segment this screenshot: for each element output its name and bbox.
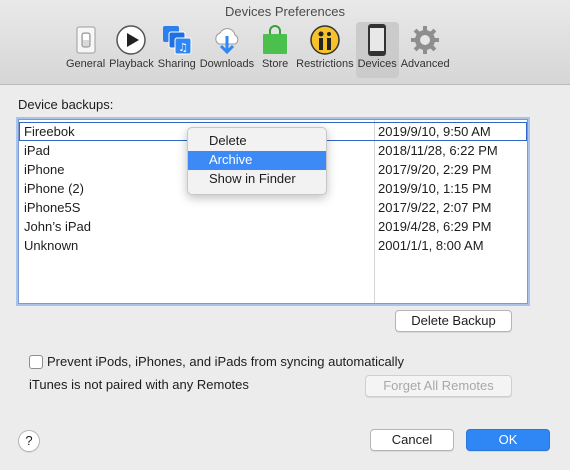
help-button[interactable]: ? — [18, 430, 40, 452]
tab-label: Store — [261, 58, 289, 70]
tab-label: Devices — [357, 58, 397, 70]
menu-item-delete[interactable]: Delete — [188, 132, 326, 151]
backup-name: Fireebok — [24, 124, 75, 139]
tab-restrictions[interactable]: Restrictions — [294, 22, 355, 78]
tab-label: Downloads — [199, 58, 255, 70]
backup-date: 2001/1/1, 8:00 AM — [378, 238, 484, 253]
tab-sharing[interactable]: ♫ Sharing — [156, 22, 198, 78]
menu-item-label: Archive — [209, 152, 253, 167]
tab-label: General — [66, 58, 106, 70]
backup-name: iPad — [24, 143, 51, 158]
backup-name: iPhone (2) — [24, 181, 84, 196]
backup-name: iPhone — [24, 162, 65, 177]
cancel-button[interactable]: Cancel — [370, 429, 454, 451]
parental-icon — [308, 23, 342, 57]
tab-label: Playback — [109, 58, 154, 70]
backup-date: 2017/9/22, 2:07 PM — [378, 200, 492, 215]
tab-label: Sharing — [157, 58, 196, 70]
delete-backup-button[interactable]: Delete Backup — [395, 310, 512, 332]
phone-icon — [360, 23, 394, 57]
play-icon — [114, 23, 148, 57]
tab-store[interactable]: Store — [256, 22, 294, 78]
tab-devices[interactable]: Devices — [355, 22, 399, 78]
tab-downloads[interactable]: Downloads — [198, 22, 256, 78]
backup-name: John’s iPad — [24, 219, 91, 234]
gear-icon — [408, 23, 442, 57]
forget-all-remotes-button[interactable]: Forget All Remotes — [365, 375, 512, 397]
menu-item-label: Show in Finder — [209, 171, 296, 186]
backup-name: Unknown — [24, 238, 79, 253]
tab-label: Advanced — [400, 58, 450, 70]
tab-label: Restrictions — [296, 58, 354, 70]
preferences-toolbar: General Playback ♫ Sharing Downloads Sto… — [64, 22, 452, 78]
window-title: Devices Preferences — [225, 4, 345, 19]
prevent-sync-checkbox[interactable] — [29, 355, 43, 369]
tab-playback[interactable]: Playback — [107, 22, 156, 78]
ok-button[interactable]: OK — [466, 429, 550, 451]
tab-advanced[interactable]: Advanced — [399, 22, 452, 78]
prevent-sync-label: Prevent iPods, iPhones, and iPads from s… — [47, 354, 404, 369]
device-backups-label: Device backups: — [18, 97, 114, 112]
table-row[interactable]: Unknown 2001/1/1, 8:00 AM — [19, 236, 527, 255]
menu-item-archive[interactable]: Archive — [188, 151, 326, 170]
table-row[interactable]: iPhone5S 2017/9/22, 2:07 PM — [19, 198, 527, 217]
table-row[interactable]: John’s iPad 2019/4/28, 6:29 PM — [19, 217, 527, 236]
backup-date: 2019/9/10, 9:50 AM — [378, 124, 491, 139]
backup-date: 2019/9/10, 1:15 PM — [378, 181, 492, 196]
backup-date: 2017/9/20, 2:29 PM — [378, 162, 492, 177]
cloud-download-icon — [210, 23, 244, 57]
menu-item-label: Delete — [209, 133, 247, 148]
window-titlebar: Devices Preferences General Playback ♫ S… — [0, 0, 570, 85]
backup-date: 2019/4/28, 6:29 PM — [378, 219, 492, 234]
svg-text:♫: ♫ — [178, 41, 188, 54]
shopping-bag-icon — [258, 23, 292, 57]
tab-general[interactable]: General — [64, 22, 107, 78]
context-menu: Delete Archive Show in Finder — [187, 127, 327, 195]
remotes-status-text: iTunes is not paired with any Remotes — [29, 377, 249, 392]
backup-date: 2018/11/28, 6:22 PM — [378, 143, 498, 158]
switch-icon — [69, 23, 103, 57]
backup-name: iPhone5S — [24, 200, 81, 215]
menu-item-show-in-finder[interactable]: Show in Finder — [188, 170, 326, 189]
music-sharing-icon: ♫ — [160, 23, 194, 57]
